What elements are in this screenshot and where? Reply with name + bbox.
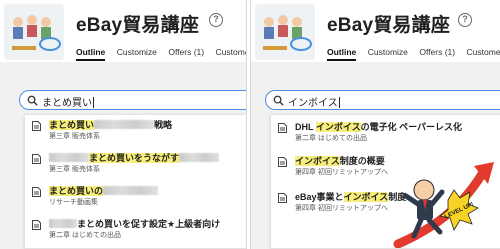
course-thumbnail — [255, 4, 315, 60]
help-icon[interactable]: ? — [209, 13, 223, 27]
level-up-illustration: LEVEL UP! — [393, 162, 494, 248]
search-result-item[interactable]: まとめ買いをうながす 第三章 販売体系 — [25, 148, 246, 178]
help-icon[interactable]: ? — [458, 13, 472, 27]
search-input[interactable]: インボイス — [265, 90, 500, 110]
course-header: eBay貿易講座 ? Outline Customize Offers (1) … — [251, 0, 500, 62]
document-icon — [32, 187, 41, 197]
result-chapter: 第四章 初回リミットアップへ — [295, 205, 388, 212]
document-icon — [278, 193, 287, 203]
search-input[interactable]: まとめ買い — [19, 90, 246, 110]
course-title: eBay貿易講座 — [327, 15, 451, 36]
tab-bar: Outline Customize Offers (1) Customers (… — [76, 42, 246, 61]
text-caret — [93, 97, 94, 108]
document-icon — [32, 220, 41, 230]
result-chapter: 第三章 販売体系 — [49, 166, 100, 173]
search-results-dropdown: まとめ買い 戦略 第三章 販売体系 まとめ買いをうながす 第三章 販売体系 まとめ… — [24, 114, 246, 249]
document-icon — [32, 121, 41, 131]
text-caret — [338, 97, 340, 108]
result-title: まとめ買い 戦略 — [49, 120, 173, 130]
result-title: まとめ買いを促す設定★上級者向け — [49, 217, 220, 230]
search-icon — [273, 95, 284, 106]
result-chapter: 第四章 初回リミットアップへ — [295, 169, 388, 176]
result-title: インボイス制度の概要 — [295, 156, 385, 166]
course-thumbnail — [4, 4, 64, 60]
left-screenshot-panel: eBay貿易講座 ? Outline Customize Offers (1) … — [0, 0, 247, 249]
search-value: インボイス — [288, 97, 340, 109]
result-chapter: リサーチ動画集 — [49, 199, 98, 206]
result-title: まとめ買いをうながす — [49, 151, 220, 164]
search-value: まとめ買い — [42, 97, 94, 109]
search-result-item[interactable]: DHL インボイスの電子化 ペーパーレス化 第二章 はじめての出品 — [271, 117, 500, 147]
course-title: eBay貿易講座 — [76, 15, 200, 36]
document-icon — [278, 157, 287, 167]
document-icon — [32, 154, 41, 164]
search-result-item[interactable]: まとめ買いを促す設定★上級者向け 第二章 はじめての出品 — [25, 214, 246, 244]
search-icon — [27, 95, 38, 106]
result-title: DHL インボイスの電子化 ペーパーレス化 — [295, 122, 462, 132]
result-chapter: 第三章 販売体系 — [49, 133, 100, 140]
tab-bar: Outline Customize Offers (1) Customers (… — [327, 42, 500, 61]
result-chapter: 第二章 はじめての出品 — [49, 232, 121, 239]
result-chapter: 第二章 はじめての出品 — [295, 135, 367, 142]
document-icon — [278, 123, 287, 133]
course-header: eBay貿易講座 ? Outline Customize Offers (1) … — [0, 0, 246, 62]
search-result-item[interactable]: まとめ買いの リサーチ動画集 — [25, 181, 246, 211]
result-title: まとめ買いの — [49, 184, 159, 197]
search-result-item[interactable]: まとめ買い 戦略 第三章 販売体系 — [25, 115, 246, 145]
